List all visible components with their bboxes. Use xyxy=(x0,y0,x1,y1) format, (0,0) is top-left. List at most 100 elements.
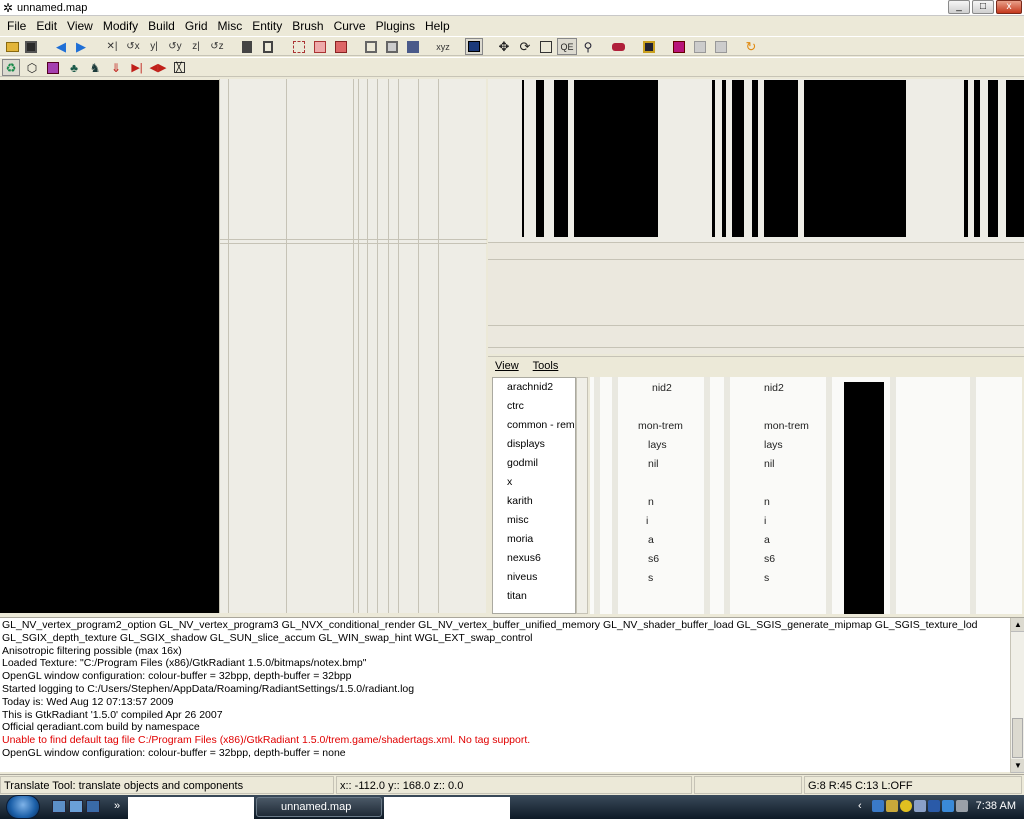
console-line: This is GtkRadiant '1.5.0' compiled Apr … xyxy=(2,708,223,721)
list-item[interactable]: arachnid2 xyxy=(493,378,575,397)
cancel-box-icon[interactable]: ╳ xyxy=(170,59,188,76)
flip-y-icon[interactable]: y| xyxy=(145,38,163,55)
entity-list[interactable]: arachnid2 ctrc common - rem displays god… xyxy=(492,377,576,614)
clock[interactable]: 7:38 AM xyxy=(976,800,1016,812)
recycle-icon[interactable]: ♻ xyxy=(2,59,20,76)
menu-build[interactable]: Build xyxy=(143,17,180,35)
hexagon-icon[interactable]: ⬡ xyxy=(23,59,41,76)
creature-icon[interactable]: ♞ xyxy=(86,59,104,76)
list-item[interactable]: x xyxy=(493,473,575,492)
scroll-down-icon[interactable]: ▼ xyxy=(1011,759,1024,773)
split-right-icon[interactable]: ▶| xyxy=(128,59,146,76)
console-log[interactable]: GL_NV_vertex_program2_option GL_NV_verte… xyxy=(0,617,1024,773)
entity-list-icon[interactable] xyxy=(691,38,709,55)
entity-menu-view[interactable]: View xyxy=(488,357,526,375)
tray-bluetooth-icon[interactable] xyxy=(928,800,940,812)
change-view-icon[interactable]: xyz xyxy=(434,38,452,55)
console-scrollbar[interactable]: ▲ ▼ xyxy=(1010,618,1024,773)
menu-help[interactable]: Help xyxy=(420,17,455,35)
rotate-x-icon[interactable]: ↺x xyxy=(124,38,142,55)
tray-display-icon[interactable] xyxy=(942,800,954,812)
drop-down-icon[interactable]: ⇓ xyxy=(107,59,125,76)
rotate-tool-icon[interactable]: ⟳ xyxy=(516,38,534,55)
more-quicklaunch-icon[interactable]: » xyxy=(114,800,128,813)
menu-misc[interactable]: Misc xyxy=(213,17,248,35)
list-item[interactable]: karith xyxy=(493,492,575,511)
save-icon[interactable] xyxy=(22,38,40,55)
csg-merge-icon[interactable] xyxy=(259,38,277,55)
list-item[interactable]: common - rem xyxy=(493,416,575,435)
list-item[interactable]: ctrc xyxy=(493,397,575,416)
switch-windows-icon[interactable] xyxy=(86,800,100,813)
texture-browser[interactable] xyxy=(488,79,1024,242)
tray-expand-icon[interactable]: ‹ xyxy=(858,800,870,812)
ghost-text: nil xyxy=(648,458,659,470)
split-left-icon[interactable]: ◀▶ xyxy=(149,59,167,76)
redo-icon[interactable]: ▶ xyxy=(72,38,90,55)
translate-tool-icon[interactable]: ✥ xyxy=(495,38,513,55)
camera-icon[interactable] xyxy=(609,38,627,55)
refresh-icon[interactable]: ↻ xyxy=(742,38,760,55)
select-complete-tall-icon[interactable] xyxy=(332,38,350,55)
rotate-y-icon[interactable]: ↺y xyxy=(166,38,184,55)
taskbar-window-button[interactable]: unnamed.map xyxy=(256,797,382,817)
menu-brush[interactable]: Brush xyxy=(287,17,328,35)
taskbar-blank-area xyxy=(128,797,254,819)
list-item[interactable]: titan xyxy=(493,587,575,606)
list-item[interactable]: niveus xyxy=(493,568,575,587)
tray-smiley-icon[interactable] xyxy=(900,800,912,812)
open-icon[interactable] xyxy=(3,38,21,55)
list-item[interactable]: moria xyxy=(493,530,575,549)
select-inside-icon[interactable] xyxy=(311,38,329,55)
undo-icon[interactable]: ◀ xyxy=(52,38,70,55)
tree-icon[interactable]: ♣ xyxy=(65,59,83,76)
make-room-icon[interactable] xyxy=(383,38,401,55)
menu-modify[interactable]: Modify xyxy=(98,17,143,35)
tray-app-icon[interactable] xyxy=(886,800,898,812)
list-item[interactable]: nexus6 xyxy=(493,549,575,568)
camera-view[interactable] xyxy=(0,80,219,613)
entity-list-scrollbar[interactable] xyxy=(576,377,588,614)
texture-icon[interactable] xyxy=(44,59,62,76)
menu-bar: File Edit View Modify Build Grid Misc En… xyxy=(0,17,1024,35)
tray-search-icon[interactable] xyxy=(914,800,926,812)
rotate-z-icon[interactable]: ↺z xyxy=(208,38,226,55)
console-error-line: Unable to find default tag file C:/Progr… xyxy=(2,734,531,747)
scale-tool-icon[interactable] xyxy=(537,38,555,55)
show-desktop-icon[interactable] xyxy=(69,800,83,813)
quicklaunch-icon[interactable] xyxy=(52,800,66,813)
menu-edit[interactable]: Edit xyxy=(31,17,62,35)
start-button[interactable] xyxy=(6,795,40,819)
list-item[interactable]: godmil xyxy=(493,454,575,473)
select-touching-icon[interactable] xyxy=(290,38,308,55)
qe-tool-button[interactable]: QE xyxy=(557,38,577,55)
scroll-up-icon[interactable]: ▲ xyxy=(1011,618,1024,632)
menu-curve[interactable]: Curve xyxy=(329,17,371,35)
tray-volume-icon[interactable] xyxy=(956,800,968,812)
menu-plugins[interactable]: Plugins xyxy=(371,17,420,35)
tray-network-icon[interactable] xyxy=(872,800,884,812)
ghost-text: nid2 xyxy=(652,382,672,394)
lock-icon[interactable] xyxy=(640,38,658,55)
menu-grid[interactable]: Grid xyxy=(180,17,213,35)
close-button[interactable]: x xyxy=(996,0,1022,14)
make-hollow-icon[interactable] xyxy=(362,38,380,55)
xy-grid-view[interactable] xyxy=(219,79,487,613)
shader-icon[interactable] xyxy=(670,38,688,55)
maximize-button[interactable]: □ xyxy=(972,0,994,14)
list-item[interactable]: displays xyxy=(493,435,575,454)
csg-subtract-icon[interactable] xyxy=(238,38,256,55)
minimize-button[interactable]: _ xyxy=(948,0,970,14)
list-item[interactable]: misc xyxy=(493,511,575,530)
patch-tool-icon[interactable]: ⚲ xyxy=(579,38,597,55)
scroll-thumb[interactable] xyxy=(1012,718,1023,758)
flip-z-icon[interactable]: z| xyxy=(187,38,205,55)
brush-list-icon[interactable] xyxy=(712,38,730,55)
clipper-icon[interactable] xyxy=(404,38,422,55)
flip-x-icon[interactable]: ✕| xyxy=(103,38,121,55)
menu-entity[interactable]: Entity xyxy=(247,17,287,35)
menu-view[interactable]: View xyxy=(62,17,98,35)
entity-menu-tools[interactable]: Tools xyxy=(526,357,566,375)
menu-file[interactable]: File xyxy=(2,17,31,35)
texture-view-icon[interactable] xyxy=(465,38,483,55)
